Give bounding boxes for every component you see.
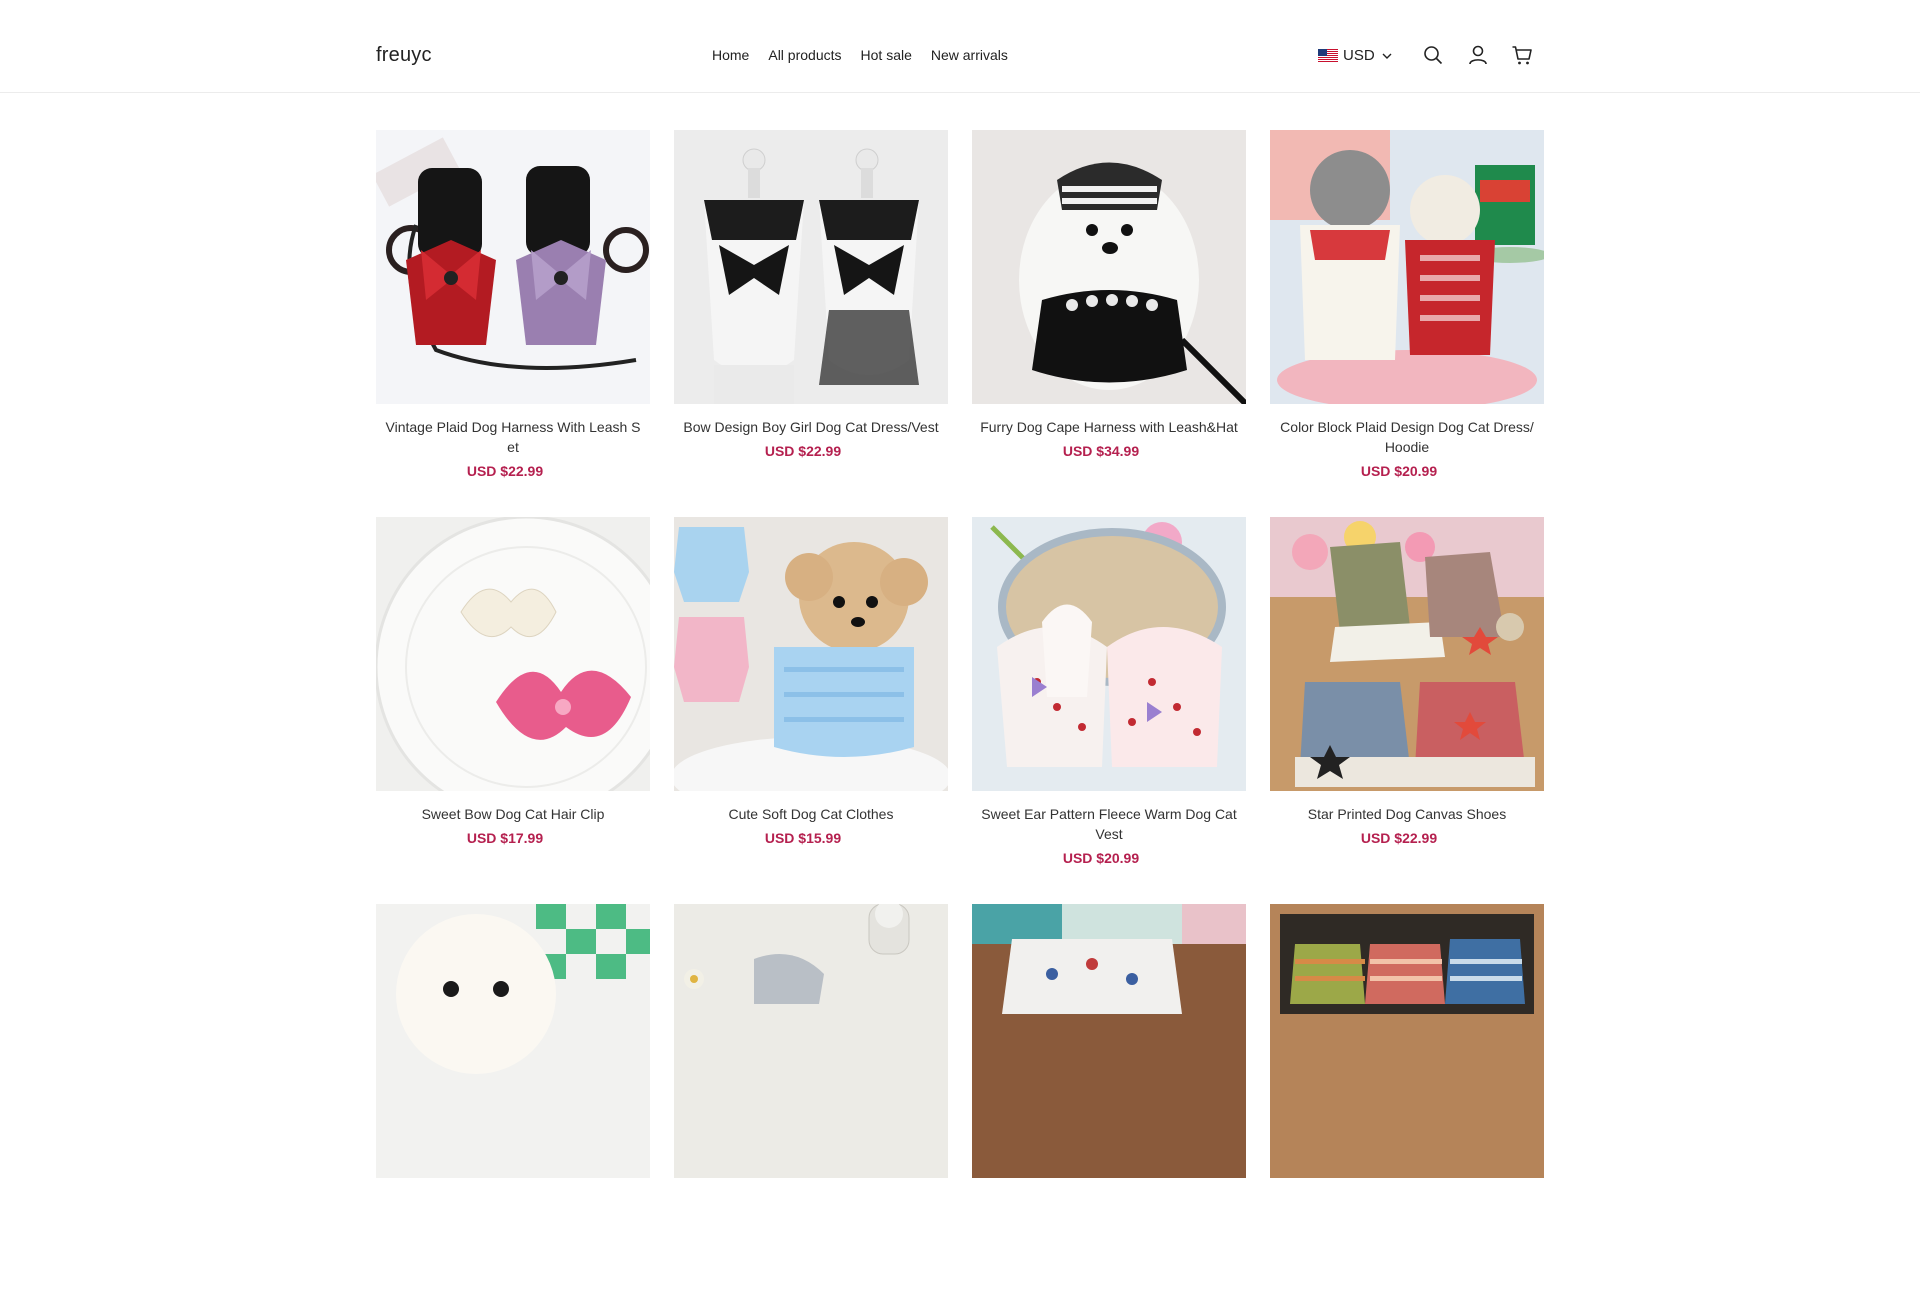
product-price: USD $34.99	[1062, 443, 1140, 459]
cart-icon[interactable]	[1511, 44, 1533, 66]
product-card[interactable]: Star Printed Dog Canvas Shoes USD $22.99	[1270, 517, 1544, 904]
product-card[interactable]: Vintage Plaid Dog Harness With Leash Set…	[376, 130, 650, 517]
product-card[interactable]	[972, 904, 1246, 1291]
us-flag-icon	[1318, 49, 1338, 62]
currency-label: USD	[1343, 47, 1375, 64]
product-card[interactable]: Sweet Ear Pattern Fleece Warm Dog Cat Ve…	[972, 517, 1246, 904]
main-nav: Home All products Hot sale New arrivals	[712, 47, 1008, 63]
product-grid: Vintage Plaid Dog Harness With Leash Set…	[376, 130, 1544, 1291]
product-image[interactable]	[674, 130, 948, 404]
product-image[interactable]	[972, 130, 1246, 404]
product-image[interactable]	[1270, 904, 1544, 1178]
product-price: USD $22.99	[466, 463, 544, 479]
nav-all-products[interactable]: All products	[768, 47, 841, 63]
product-price: USD $15.99	[764, 830, 842, 846]
product-card[interactable]	[674, 904, 948, 1291]
nav-hot-sale[interactable]: Hot sale	[861, 47, 912, 63]
store-logo[interactable]: freuyc	[376, 44, 432, 67]
product-card[interactable]	[376, 904, 650, 1291]
product-price: USD $22.99	[1360, 830, 1438, 846]
product-title[interactable]: Sweet Bow Dog Cat Hair Clip	[376, 804, 650, 824]
product-image[interactable]	[376, 517, 650, 791]
product-image[interactable]	[376, 130, 650, 404]
chevron-down-icon	[1382, 53, 1392, 59]
product-image[interactable]	[972, 517, 1246, 791]
product-price: USD $20.99	[1062, 850, 1140, 866]
product-price: USD $22.99	[764, 443, 842, 459]
site-header: freuyc Home All products Hot sale New ar…	[0, 0, 1920, 93]
product-image[interactable]	[674, 517, 948, 791]
product-card[interactable]: Sweet Bow Dog Cat Hair Clip USD $17.99	[376, 517, 650, 904]
product-title[interactable]: Star Printed Dog Canvas Shoes	[1270, 804, 1544, 824]
nav-new-arrivals[interactable]: New arrivals	[931, 47, 1008, 63]
account-icon[interactable]	[1467, 44, 1489, 66]
product-price: USD $17.99	[466, 830, 544, 846]
product-title[interactable]: Sweet Ear Pattern Fleece Warm Dog Cat Ve…	[972, 804, 1246, 844]
product-image[interactable]	[972, 904, 1246, 1178]
product-card[interactable]: Cute Soft Dog Cat Clothes USD $15.99	[674, 517, 948, 904]
product-image[interactable]	[376, 904, 650, 1178]
product-title[interactable]: Color Block Plaid Design Dog Cat Dress/H…	[1270, 417, 1544, 457]
product-card[interactable]: Furry Dog Cape Harness with Leash&Hat US…	[972, 130, 1246, 517]
product-card[interactable]: Color Block Plaid Design Dog Cat Dress/H…	[1270, 130, 1544, 517]
product-card[interactable]: Bow Design Boy Girl Dog Cat Dress/Vest U…	[674, 130, 948, 517]
product-title[interactable]: Bow Design Boy Girl Dog Cat Dress/Vest	[674, 417, 948, 437]
product-price: USD $20.99	[1360, 463, 1438, 479]
currency-selector[interactable]: USD	[1318, 47, 1393, 64]
product-image[interactable]	[674, 904, 948, 1178]
search-icon[interactable]	[1422, 44, 1444, 66]
nav-home[interactable]: Home	[712, 47, 749, 63]
product-image[interactable]	[1270, 517, 1544, 791]
product-title[interactable]: Vintage Plaid Dog Harness With Leash Set	[376, 417, 650, 457]
product-image[interactable]	[1270, 130, 1544, 404]
product-title[interactable]: Cute Soft Dog Cat Clothes	[674, 804, 948, 824]
product-title[interactable]: Furry Dog Cape Harness with Leash&Hat	[972, 417, 1246, 437]
product-card[interactable]	[1270, 904, 1544, 1291]
